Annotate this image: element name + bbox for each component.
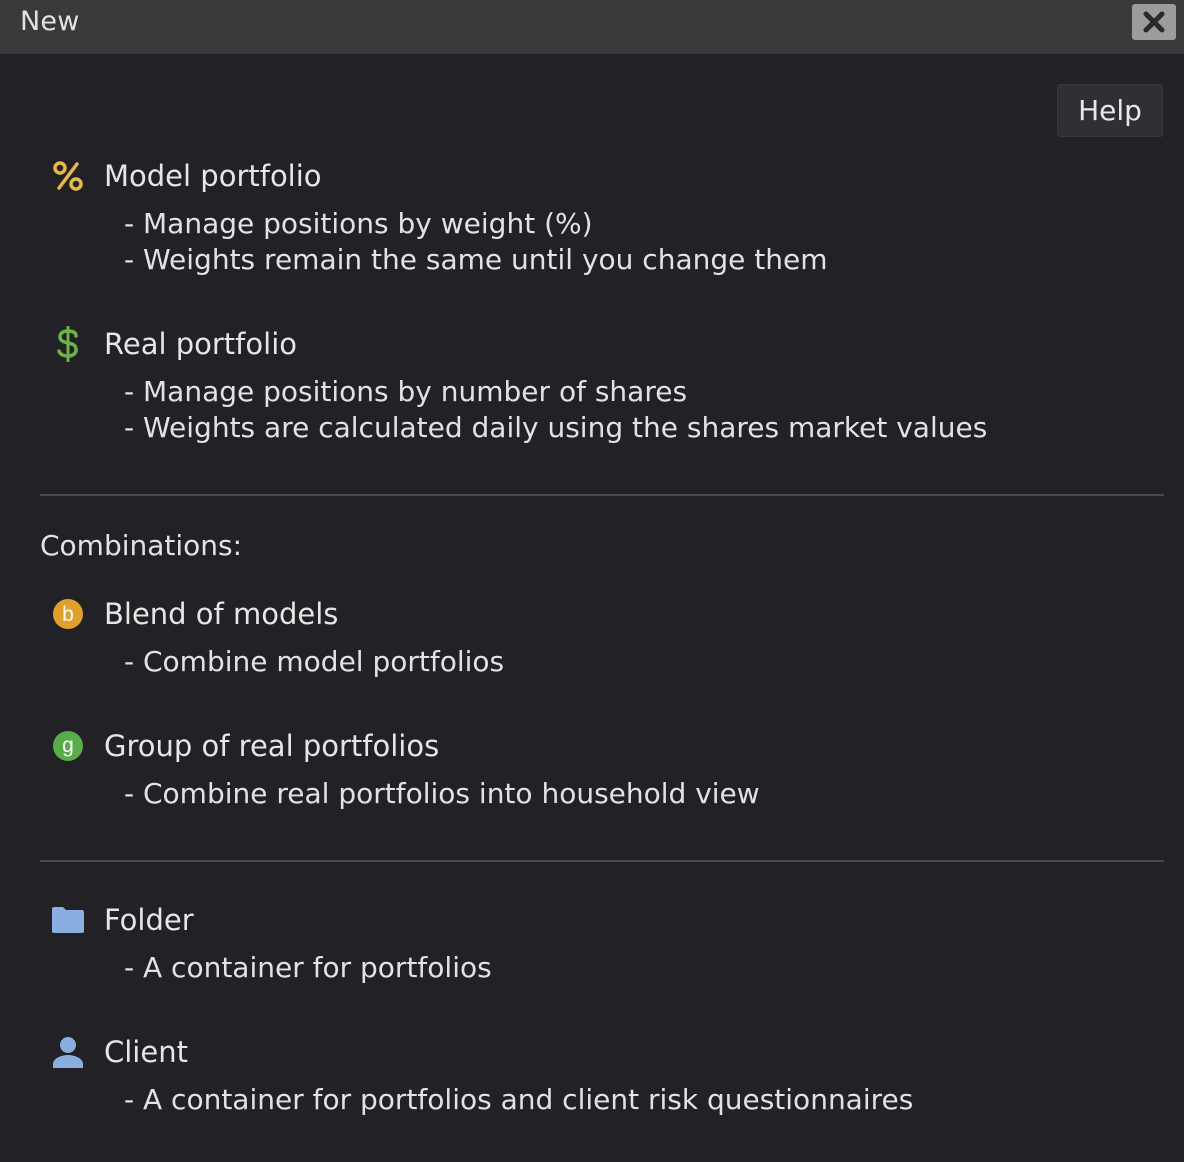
folder-icon bbox=[50, 902, 86, 938]
option-description: - Weights are calculated daily using the… bbox=[124, 411, 988, 444]
person-icon bbox=[50, 1034, 86, 1070]
close-icon bbox=[1143, 11, 1165, 33]
option-description: - A container for portfolios and client … bbox=[124, 1083, 914, 1116]
option-blend-of-models[interactable]: b Blend of models - Combine model portfo… bbox=[40, 596, 1140, 680]
option-title: Model portfolio bbox=[104, 159, 322, 193]
option-description: - Combine real portfolios into household… bbox=[124, 777, 760, 810]
option-description: - Manage positions by weight (%) bbox=[124, 207, 593, 240]
option-real-portfolio[interactable]: Real portfolio - Manage positions by num… bbox=[40, 326, 1140, 446]
group-g-icon: g bbox=[50, 728, 86, 764]
option-client[interactable]: Client - A container for portfolios and … bbox=[40, 1034, 1140, 1118]
dialog-titlebar: New bbox=[0, 0, 1184, 54]
close-button[interactable] bbox=[1132, 4, 1176, 40]
blend-b-icon: b bbox=[50, 596, 86, 632]
dialog-title: New bbox=[20, 6, 80, 37]
combinations-heading: Combinations: bbox=[40, 529, 243, 562]
percent-icon bbox=[50, 158, 86, 194]
option-description: - Manage positions by number of shares bbox=[124, 375, 688, 408]
option-title: Folder bbox=[104, 903, 194, 937]
option-group-of-real-portfolios[interactable]: g Group of real portfolios - Combine rea… bbox=[40, 728, 1140, 812]
option-description: - Weights remain the same until you chan… bbox=[124, 243, 828, 276]
option-folder[interactable]: Folder - A container for portfolios bbox=[40, 902, 1140, 986]
svg-text:b: b bbox=[62, 603, 74, 626]
option-title: Blend of models bbox=[104, 597, 339, 631]
dollar-icon bbox=[50, 326, 86, 362]
divider bbox=[40, 494, 1164, 496]
option-model-portfolio[interactable]: Model portfolio - Manage positions by we… bbox=[40, 158, 1140, 278]
divider bbox=[40, 860, 1164, 862]
option-title: Group of real portfolios bbox=[104, 729, 440, 763]
help-button[interactable]: Help bbox=[1057, 84, 1163, 137]
option-title: Real portfolio bbox=[104, 327, 297, 361]
option-description: - Combine model portfolios bbox=[124, 645, 505, 678]
option-description: - A container for portfolios bbox=[124, 951, 492, 984]
option-title: Client bbox=[104, 1035, 188, 1069]
svg-text:g: g bbox=[62, 734, 74, 757]
